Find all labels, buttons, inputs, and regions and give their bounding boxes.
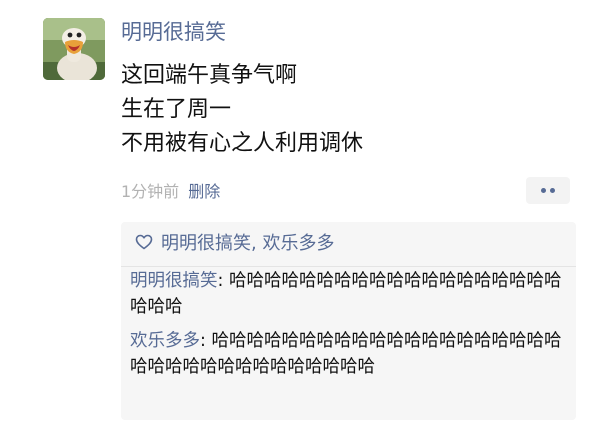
divider bbox=[121, 266, 576, 267]
delete-button[interactable]: 删除 bbox=[188, 182, 220, 201]
post-author-name[interactable]: 明明很搞笑 bbox=[121, 17, 226, 47]
heart-outline-icon bbox=[135, 234, 153, 250]
post-line: 这回端午真争气啊 bbox=[121, 63, 298, 88]
comment-item[interactable]: 欢乐多多: 哈哈哈哈哈哈哈哈哈哈哈哈哈哈哈哈哈哈哈哈哈哈哈哈哈哈哈哈哈哈哈哈哈哈 bbox=[130, 328, 566, 380]
more-dots-icon bbox=[541, 188, 546, 193]
comment-item[interactable]: 明明很搞笑: 哈哈哈哈哈哈哈哈哈哈哈哈哈哈哈哈哈哈哈哈哈哈 bbox=[130, 268, 566, 320]
more-button[interactable] bbox=[526, 177, 570, 204]
comment-separator: : bbox=[217, 271, 229, 291]
post-timestamp: 1分钟前 bbox=[121, 182, 180, 201]
post-line: 不用被有心之人利用调休 bbox=[121, 131, 364, 156]
likes-names[interactable]: 明明很搞笑, 欢乐多多 bbox=[161, 233, 334, 254]
comment-author[interactable]: 欢乐多多 bbox=[130, 331, 200, 351]
more-dots-icon bbox=[550, 188, 555, 193]
comment-separator: : bbox=[200, 331, 212, 351]
comment-author[interactable]: 明明很搞笑 bbox=[130, 271, 218, 291]
post-line: 生在了周一 bbox=[121, 97, 232, 122]
comments-panel: 明明很搞笑, 欢乐多多 明明很搞笑: 哈哈哈哈哈哈哈哈哈哈哈哈哈哈哈哈哈哈哈哈哈… bbox=[121, 222, 576, 420]
likes-row: 明明很搞笑, 欢乐多多 bbox=[135, 229, 334, 259]
duck-avatar-icon[interactable] bbox=[43, 18, 105, 80]
post-text: 这回端午真争气啊 生在了周一 不用被有心之人利用调休 bbox=[121, 59, 363, 161]
post-meta-row: 1分钟前 删除 bbox=[121, 177, 220, 207]
